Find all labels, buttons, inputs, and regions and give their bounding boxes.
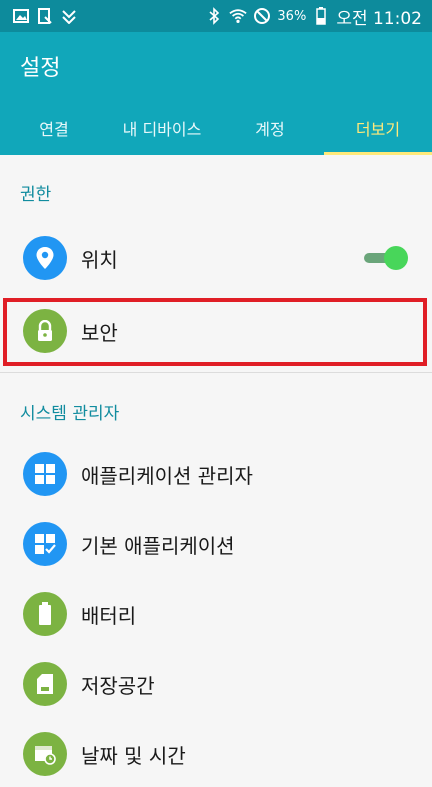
- tab-accounts[interactable]: 계정: [216, 100, 324, 155]
- list-item-application-manager[interactable]: 애플리케이션 관리자: [0, 441, 432, 507]
- sd-card-icon: [23, 662, 67, 706]
- page-title: 설정: [20, 56, 61, 81]
- location-toggle[interactable]: [360, 246, 408, 270]
- location-icon: [23, 236, 67, 280]
- battery-icon: [23, 592, 67, 636]
- list-item-label: 애플리케이션 관리자: [81, 463, 253, 488]
- apps-grid-icon: [23, 452, 67, 496]
- highlight-box: [3, 298, 427, 366]
- section-header-system-manager: 시스템 관리자: [20, 404, 120, 424]
- battery-percent: 36%: [277, 8, 307, 24]
- tasks-notification-icon: [60, 7, 78, 25]
- list-item-label: 날짜 및 시간: [81, 743, 186, 768]
- list-item-label: 저장공간: [81, 673, 155, 698]
- list-item-default-applications[interactable]: 기본 애플리케이션: [0, 511, 432, 577]
- list-item-date-time[interactable]: 날짜 및 시간: [0, 721, 432, 787]
- wifi-icon: [229, 7, 248, 25]
- tab-more[interactable]: 더보기: [324, 100, 432, 155]
- list-item-battery[interactable]: 배터리: [0, 581, 432, 647]
- gallery-notification-icon: [12, 7, 30, 25]
- list-item-location[interactable]: 위치: [0, 225, 432, 291]
- status-bar: 36% 오전 11:02: [0, 0, 432, 32]
- list-item-label: 위치: [81, 247, 118, 272]
- default-apps-icon: [23, 522, 67, 566]
- app-bar: 설정 연결 내 디바이스 계정 더보기: [0, 32, 432, 155]
- tab-connections[interactable]: 연결: [0, 100, 108, 155]
- bluetooth-icon: [205, 7, 223, 25]
- calendar-clock-icon: [23, 732, 67, 776]
- section-header-permissions: 권한: [20, 185, 52, 205]
- list-item-label: 기본 애플리케이션: [81, 533, 235, 558]
- screenshot-notification-icon: [36, 7, 54, 25]
- battery-charging-icon: [312, 7, 330, 25]
- clock: 오전 11:02: [336, 8, 422, 29]
- list-item-label: 배터리: [81, 603, 137, 628]
- list-item-storage[interactable]: 저장공간: [0, 651, 432, 717]
- tab-my-device[interactable]: 내 디바이스: [108, 100, 216, 155]
- tab-bar: 연결 내 디바이스 계정 더보기: [0, 100, 432, 155]
- do-not-disturb-icon: [253, 7, 271, 25]
- section-divider: [0, 372, 432, 373]
- settings-list: 권한 위치 보안 시스템 관리자 애플리케이션 관리자 기본 애플리케이션 배터…: [0, 155, 432, 776]
